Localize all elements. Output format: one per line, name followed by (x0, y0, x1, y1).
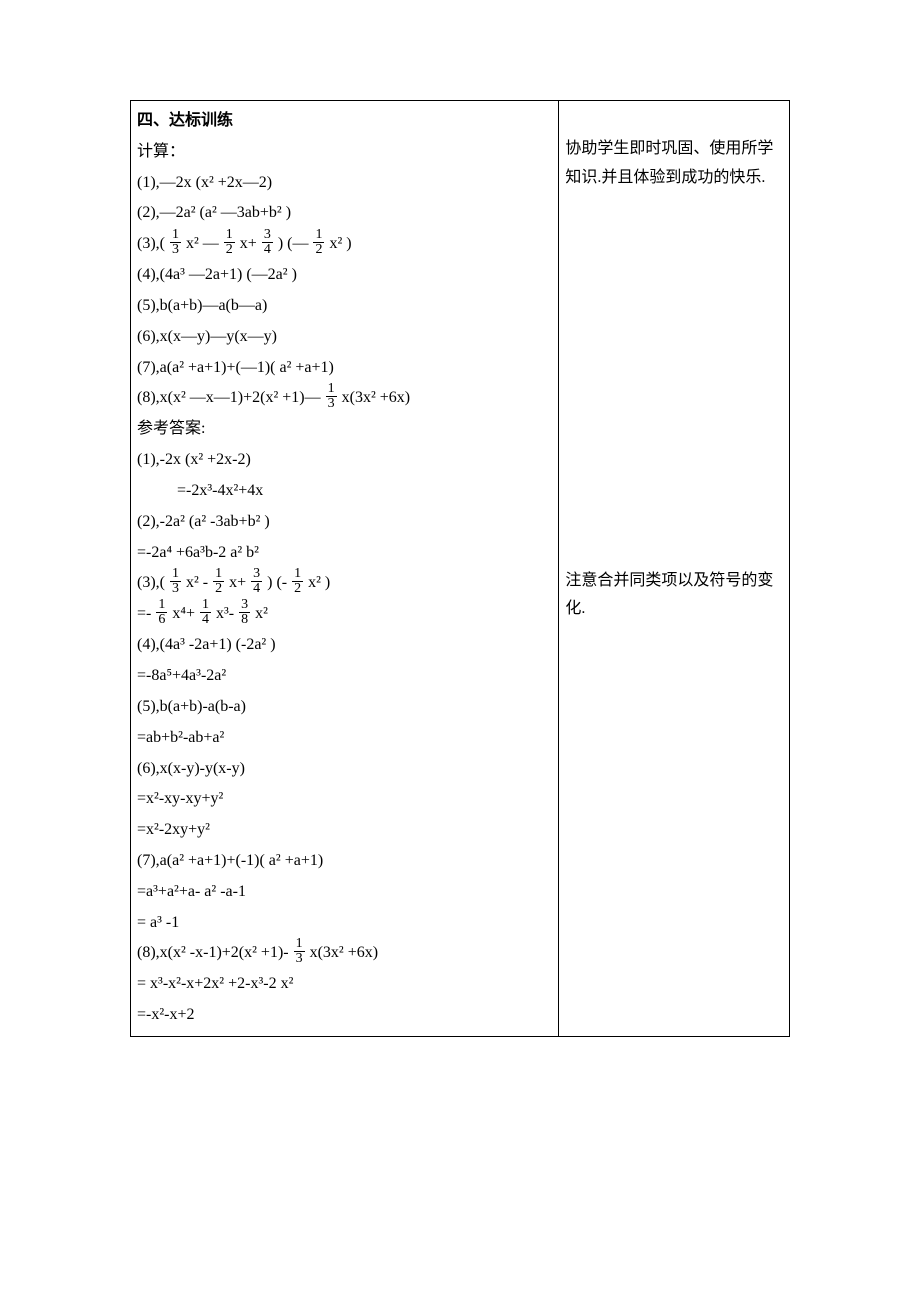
p3-text: ) (— (278, 235, 309, 252)
answer-6-line3: =x²-2xy+y² (137, 816, 552, 845)
spacer (565, 195, 783, 565)
answer-8-line3: =-x²-x+2 (137, 1001, 552, 1030)
a8-prefix: (8),x(x² -x-1)+2(x² +1)- (137, 945, 289, 962)
fraction: 13 (326, 382, 337, 411)
a3-text: x² - (186, 575, 208, 592)
p8-prefix: (8),x(x² —x—1)+2(x² +1)— (137, 390, 321, 407)
fraction: 13 (170, 567, 181, 596)
problem-3: (3),( 13 x² — 12 x+ 34 ) (— 12 x² ) (137, 230, 552, 259)
teacher-note-2: 注意合并同类项以及符号的变化. (565, 567, 783, 625)
answer-2-line2: =-2a⁴ +6a³b-2 a² b² (137, 539, 552, 568)
answer-7-line1: (7),a(a² +a+1)+(-1)( a² +a+1) (137, 847, 552, 876)
problem-8: (8),x(x² —x—1)+2(x² +1)— 13 x(3x² +6x) (137, 384, 552, 413)
a8-suffix: x(3x² +6x) (310, 945, 378, 962)
answer-8-line1: (8),x(x² -x-1)+2(x² +1)- 13 x(3x² +6x) (137, 939, 552, 968)
left-column: 四、达标训练 计算： (1),—2x (x² +2x—2) (2),—2a² (… (131, 101, 559, 1037)
answer-5-line2: =ab+b²-ab+a² (137, 724, 552, 753)
teacher-note-1: 协助学生即时巩固、使用所学知识.并且体验到成功的快乐. (565, 135, 783, 193)
fraction: 13 (294, 937, 305, 966)
answer-4-line1: (4),(4a³ -2a+1) (-2a² ) (137, 631, 552, 660)
fraction: 12 (213, 567, 224, 596)
a3-text: x+ (229, 575, 246, 592)
a3r-text: x⁴+ (172, 606, 195, 623)
answer-2-line1: (2),-2a² (a² -3ab+b² ) (137, 508, 552, 537)
fraction: 12 (292, 567, 303, 596)
fraction: 38 (239, 598, 250, 627)
answer-1-line1: (1),-2x (x² +2x-2) (137, 446, 552, 475)
section-title: 四、达标训练 (137, 107, 552, 136)
answer-label: 参考答案: (137, 415, 552, 444)
a3r-prefix: =- (137, 606, 151, 623)
answer-4-line2: =-8a⁵+4a³-2a² (137, 662, 552, 691)
answer-6-line1: (6),x(x-y)-y(x-y) (137, 755, 552, 784)
a3r-suffix: x² (255, 606, 268, 623)
answer-1-line2: =-2x³-4x²+4x (137, 477, 552, 506)
fraction: 12 (313, 228, 324, 257)
answer-7-line3: = a³ -1 (137, 909, 552, 938)
problem-2: (2),—2a² (a² —3ab+b² ) (137, 199, 552, 228)
answer-7-line2: =a³+a²+a- a² -a-1 (137, 878, 552, 907)
p3-text: x² — (186, 235, 219, 252)
a3-suffix: x² ) (308, 575, 330, 592)
fraction: 34 (251, 567, 262, 596)
problem-6: (6),x(x—y)—y(x—y) (137, 323, 552, 352)
compute-label: 计算： (137, 138, 552, 167)
problem-1: (1),—2x (x² +2x—2) (137, 169, 552, 198)
problem-4: (4),(4a³ —2a+1) (—2a² ) (137, 261, 552, 290)
right-column: 协助学生即时巩固、使用所学知识.并且体验到成功的快乐. 注意合并同类项以及符号的… (559, 101, 790, 1037)
problem-7: (7),a(a² +a+1)+(—1)( a² +a+1) (137, 354, 552, 383)
answer-5-line1: (5),b(a+b)-a(b-a) (137, 693, 552, 722)
p3-text: x+ (240, 235, 257, 252)
answer-3-line1: (3),( 13 x² - 12 x+ 34 ) (- 12 x² ) (137, 569, 552, 598)
p3-suffix: x² ) (329, 235, 351, 252)
answer-6-line2: =x²-xy-xy+y² (137, 785, 552, 814)
p8-suffix: x(3x² +6x) (342, 390, 410, 407)
answer-3-line2: =- 16 x⁴+ 14 x³- 38 x² (137, 600, 552, 629)
fraction: 13 (170, 228, 181, 257)
fraction: 16 (156, 598, 167, 627)
a3r-text: x³- (216, 606, 234, 623)
answer-8-line2: = x³-x²-x+2x² +2-x³-2 x² (137, 970, 552, 999)
a3-text: ) (- (267, 575, 287, 592)
fraction: 14 (200, 598, 211, 627)
fraction: 34 (262, 228, 273, 257)
problem-5: (5),b(a+b)—a(b—a) (137, 292, 552, 321)
lesson-table: 四、达标训练 计算： (1),—2x (x² +2x—2) (2),—2a² (… (130, 100, 790, 1037)
fraction: 12 (224, 228, 235, 257)
p3-prefix: (3),( (137, 235, 165, 252)
a3-prefix: (3),( (137, 575, 165, 592)
